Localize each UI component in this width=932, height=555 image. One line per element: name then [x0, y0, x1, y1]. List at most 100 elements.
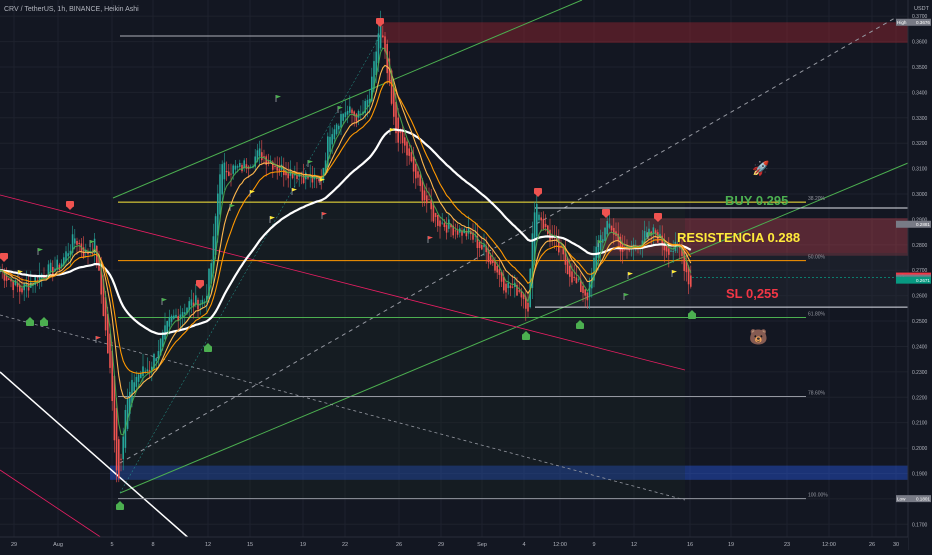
candle-body — [382, 35, 384, 38]
fib-label: 50.00% — [808, 255, 826, 261]
candle-body — [577, 279, 580, 281]
candle-body — [672, 251, 674, 252]
y-tick-label: 0.2600 — [912, 294, 928, 300]
x-tick-label: 22 — [342, 542, 348, 548]
candle-body — [355, 113, 358, 122]
candle-body — [357, 111, 360, 118]
y-tick-label: 0.3500 — [912, 65, 928, 71]
candle-body — [335, 124, 338, 135]
sell-signal-icon — [602, 209, 610, 215]
candle-body — [146, 369, 149, 372]
buy-signal-icon — [688, 313, 696, 319]
candle-body — [646, 232, 648, 238]
x-tick-label: 26 — [869, 542, 875, 548]
candle-body — [582, 285, 584, 294]
x-tick-label: 12:00 — [822, 542, 836, 548]
x-tick-label: 12 — [631, 542, 637, 548]
y-tick-label: 0.2200 — [912, 395, 928, 401]
sell-signal-icon — [196, 280, 204, 286]
y-tick-label: 0.2400 — [912, 344, 928, 350]
candle-body — [109, 333, 111, 368]
y-tick-label: 0.3300 — [912, 116, 928, 122]
sell-signal-icon — [0, 253, 8, 259]
candle-body — [131, 379, 133, 403]
stop-loss-annotation: SL 0,255 — [726, 286, 779, 301]
candle-body — [239, 162, 241, 167]
buy-signal-icon — [26, 320, 34, 326]
sell-signal-icon — [534, 188, 542, 194]
candle-body — [454, 230, 457, 232]
candle-body — [181, 312, 184, 317]
candle-body — [261, 152, 263, 161]
y-axis-ticks: 0.17000.18000.19000.20000.21000.22000.23… — [912, 14, 928, 528]
candle-body — [115, 408, 118, 471]
sell-signal-icon — [66, 201, 74, 207]
candle-body — [144, 370, 146, 372]
y-tick-label: 0.3100 — [912, 167, 928, 173]
buy-signal-icon — [522, 334, 530, 340]
price-tag-value: 0.1801 — [916, 496, 930, 501]
candle-body — [428, 199, 430, 201]
candle-body — [342, 113, 344, 121]
time-scale[interactable] — [0, 537, 908, 550]
candle-body — [258, 148, 261, 156]
candle-body — [602, 239, 604, 243]
candle-body — [445, 225, 448, 233]
candle-body — [652, 227, 655, 234]
candle-body — [569, 265, 571, 277]
buy-signal-icon — [576, 323, 584, 329]
candle-body — [230, 173, 232, 175]
candle-body — [456, 230, 459, 235]
candle-body — [448, 219, 450, 229]
candle-body — [190, 299, 193, 306]
x-tick-label: 4 — [522, 542, 525, 548]
candle-body — [481, 244, 483, 250]
candle-body — [443, 223, 446, 228]
candle-body — [586, 292, 589, 301]
bear-icon: 🐻 — [749, 327, 768, 346]
supply-zone-top — [380, 22, 908, 43]
candle-body — [168, 316, 171, 327]
price-chart[interactable]: 38.20% 50.00% 61.80% 78.60% 100.00% BUY 0.29… — [0, 0, 932, 551]
candle-body — [351, 109, 353, 114]
x-tick-label: 29 — [11, 542, 17, 548]
y-tick-label: 0.3200 — [912, 141, 928, 147]
candle-body — [67, 253, 69, 257]
x-tick-label: 19 — [728, 542, 734, 548]
candle-body — [494, 261, 496, 271]
x-tick-label: 8 — [151, 542, 154, 548]
candle-body — [527, 302, 529, 312]
rocket-icon: 🚀 — [752, 160, 770, 177]
y-tick-label: 0.2300 — [912, 370, 928, 376]
x-tick-label: 23 — [784, 542, 790, 548]
x-tick-label: 29 — [438, 542, 444, 548]
candle-body — [221, 164, 223, 195]
candle-body — [604, 227, 606, 241]
candle-body — [507, 282, 509, 289]
candle-body — [690, 275, 692, 287]
x-tick-label: Sep — [477, 542, 487, 548]
y-tick-label: 0.3000 — [912, 192, 928, 198]
y-tick-label: 0.3600 — [912, 40, 928, 46]
candle-body — [505, 283, 507, 293]
candle-body — [122, 436, 124, 460]
candle-body — [498, 269, 501, 275]
candle-body — [133, 382, 135, 392]
y-tick-label: 0.1900 — [912, 471, 928, 477]
price-tag-value: 0.2881 — [916, 222, 930, 227]
candle-body — [496, 265, 498, 273]
price-tag-value: 0.2671 — [916, 278, 930, 283]
candle-body — [538, 214, 540, 221]
y-tick-label: 0.2100 — [912, 421, 928, 427]
y-tick-label: 0.3400 — [912, 90, 928, 96]
candle-body — [137, 374, 140, 382]
x-tick-label: 16 — [687, 542, 693, 548]
fib-label: 100.00% — [808, 493, 828, 499]
y-tick-label: 0.2500 — [912, 319, 928, 325]
candle-body — [437, 214, 439, 226]
x-tick-label: 26 — [396, 542, 402, 548]
candle-body — [155, 358, 157, 362]
candle-body — [665, 245, 668, 252]
candle-body — [408, 148, 410, 156]
x-tick-label: Aug — [53, 542, 63, 548]
